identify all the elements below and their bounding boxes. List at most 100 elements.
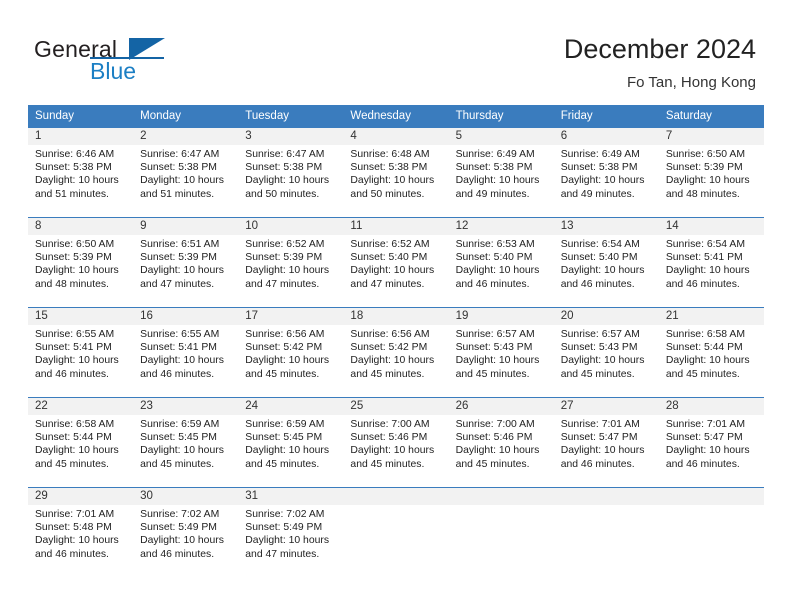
daylight-text: Daylight: 10 hours and 45 minutes.: [245, 355, 330, 380]
day-number: 27: [553, 398, 659, 415]
calendar-week-row: 22 Sunrise: 6:58 AM Sunset: 5:44 PM Dayl…: [28, 397, 764, 488]
calendar-day-cell[interactable]: 31 Sunrise: 7:02 AM Sunset: 5:49 PM Dayl…: [238, 487, 344, 577]
sunrise-text: Sunrise: 6:50 AM: [665, 149, 745, 160]
day-details: Sunrise: 6:59 AM Sunset: 5:45 PM Dayligh…: [133, 415, 238, 471]
calendar-day-cell-empty: [448, 487, 554, 577]
sunset-text: Sunset: 5:47 PM: [560, 432, 638, 444]
day-details: Sunrise: 6:52 AM Sunset: 5:39 PM Dayligh…: [238, 235, 343, 291]
page-header: General Blue December 2024 Fo Tan, Hong …: [0, 0, 792, 104]
calendar-week-row: 1 Sunrise: 6:46 AM Sunset: 5:38 PM Dayli…: [28, 127, 764, 218]
weekday-header-friday: Friday: [553, 105, 659, 128]
day-number: 25: [343, 398, 449, 415]
calendar-day-cell[interactable]: 17 Sunrise: 6:56 AM Sunset: 5:42 PM Dayl…: [238, 307, 344, 398]
day-number: [343, 488, 449, 505]
sunrise-text: Sunrise: 6:46 AM: [35, 149, 115, 160]
daylight-text: Daylight: 10 hours and 49 minutes.: [455, 175, 540, 200]
calendar-day-cell[interactable]: 23 Sunrise: 6:59 AM Sunset: 5:45 PM Dayl…: [133, 397, 239, 488]
calendar-day-cell[interactable]: 21 Sunrise: 6:58 AM Sunset: 5:44 PM Dayl…: [658, 307, 764, 398]
calendar-day-cell[interactable]: 15 Sunrise: 6:55 AM Sunset: 5:41 PM Dayl…: [28, 307, 134, 398]
daylight-text: Daylight: 10 hours and 45 minutes.: [350, 355, 435, 380]
calendar-day-cell[interactable]: 29 Sunrise: 7:01 AM Sunset: 5:48 PM Dayl…: [28, 487, 134, 577]
calendar-day-cell[interactable]: 30 Sunrise: 7:02 AM Sunset: 5:49 PM Dayl…: [133, 487, 239, 577]
page-title: December 2024: [563, 34, 756, 64]
calendar-day-cell[interactable]: 5 Sunrise: 6:49 AM Sunset: 5:38 PM Dayli…: [448, 127, 554, 218]
calendar-day-cell[interactable]: 9 Sunrise: 6:51 AM Sunset: 5:39 PM Dayli…: [133, 217, 239, 308]
day-details: Sunrise: 6:54 AM Sunset: 5:40 PM Dayligh…: [554, 235, 659, 291]
sunrise-text: Sunrise: 6:47 AM: [245, 149, 325, 160]
day-number: 21: [658, 308, 764, 325]
calendar-day-cell[interactable]: 13 Sunrise: 6:54 AM Sunset: 5:40 PM Dayl…: [553, 217, 659, 308]
day-number: [658, 488, 764, 505]
sunset-text: Sunset: 5:38 PM: [245, 162, 323, 174]
calendar-day-cell[interactable]: 6 Sunrise: 6:49 AM Sunset: 5:38 PM Dayli…: [553, 127, 659, 218]
daylight-text: Daylight: 10 hours and 50 minutes.: [245, 175, 330, 200]
sunrise-text: Sunrise: 6:53 AM: [455, 239, 535, 250]
calendar-day-cell[interactable]: 27 Sunrise: 7:01 AM Sunset: 5:47 PM Dayl…: [553, 397, 659, 488]
day-number: 2: [133, 128, 239, 145]
sunrise-text: Sunrise: 7:01 AM: [665, 419, 745, 430]
day-details: Sunrise: 6:55 AM Sunset: 5:41 PM Dayligh…: [28, 325, 133, 381]
daylight-text: Daylight: 10 hours and 48 minutes.: [665, 175, 750, 200]
calendar-day-cell[interactable]: 12 Sunrise: 6:53 AM Sunset: 5:40 PM Dayl…: [448, 217, 554, 308]
sunset-text: Sunset: 5:41 PM: [665, 252, 743, 264]
brand-name-blue: Blue: [90, 58, 137, 84]
calendar-day-cell[interactable]: 10 Sunrise: 6:52 AM Sunset: 5:39 PM Dayl…: [238, 217, 344, 308]
calendar-day-cell-empty: [658, 487, 764, 577]
sunrise-text: Sunrise: 6:50 AM: [35, 239, 115, 250]
day-details: Sunrise: 6:57 AM Sunset: 5:43 PM Dayligh…: [554, 325, 659, 381]
calendar-day-cell[interactable]: 1 Sunrise: 6:46 AM Sunset: 5:38 PM Dayli…: [28, 127, 134, 218]
calendar-day-cell[interactable]: 18 Sunrise: 6:56 AM Sunset: 5:42 PM Dayl…: [343, 307, 449, 398]
daylight-text: Daylight: 10 hours and 46 minutes.: [560, 445, 645, 470]
daylight-text: Daylight: 10 hours and 51 minutes.: [35, 175, 119, 200]
calendar-day-cell[interactable]: 19 Sunrise: 6:57 AM Sunset: 5:43 PM Dayl…: [448, 307, 554, 398]
page-subtitle: Fo Tan, Hong Kong: [627, 74, 756, 91]
daylight-text: Daylight: 10 hours and 48 minutes.: [35, 265, 119, 290]
calendar-day-cell[interactable]: 14 Sunrise: 6:54 AM Sunset: 5:41 PM Dayl…: [658, 217, 764, 308]
sunset-text: Sunset: 5:49 PM: [140, 522, 217, 534]
sunrise-text: Sunrise: 6:47 AM: [140, 149, 220, 160]
calendar-day-cell[interactable]: 25 Sunrise: 7:00 AM Sunset: 5:46 PM Dayl…: [343, 397, 449, 488]
sunrise-text: Sunrise: 7:02 AM: [140, 509, 220, 520]
day-details: Sunrise: 6:56 AM Sunset: 5:42 PM Dayligh…: [343, 325, 448, 381]
sunset-text: Sunset: 5:39 PM: [245, 252, 323, 264]
calendar-day-cell[interactable]: 20 Sunrise: 6:57 AM Sunset: 5:43 PM Dayl…: [553, 307, 659, 398]
brand-logo[interactable]: General Blue: [34, 36, 244, 88]
daylight-text: Daylight: 10 hours and 51 minutes.: [140, 175, 224, 200]
day-details: Sunrise: 7:00 AM Sunset: 5:46 PM Dayligh…: [449, 415, 554, 471]
daylight-text: Daylight: 10 hours and 45 minutes.: [455, 355, 540, 380]
sunset-text: Sunset: 5:47 PM: [665, 432, 743, 444]
day-number: 11: [343, 218, 449, 235]
calendar-day-cell[interactable]: 16 Sunrise: 6:55 AM Sunset: 5:41 PM Dayl…: [133, 307, 239, 398]
sunset-text: Sunset: 5:42 PM: [350, 342, 428, 354]
daylight-text: Daylight: 10 hours and 45 minutes.: [560, 355, 645, 380]
day-details: Sunrise: 6:51 AM Sunset: 5:39 PM Dayligh…: [133, 235, 238, 291]
calendar-day-cell[interactable]: 11 Sunrise: 6:52 AM Sunset: 5:40 PM Dayl…: [343, 217, 449, 308]
day-number: 19: [448, 308, 554, 325]
daylight-text: Daylight: 10 hours and 49 minutes.: [560, 175, 645, 200]
day-details: Sunrise: 6:49 AM Sunset: 5:38 PM Dayligh…: [449, 145, 554, 201]
calendar-day-cell-empty: [343, 487, 449, 577]
sunset-text: Sunset: 5:39 PM: [140, 252, 217, 264]
calendar-day-cell[interactable]: 8 Sunrise: 6:50 AM Sunset: 5:39 PM Dayli…: [28, 217, 134, 308]
day-details: Sunrise: 6:47 AM Sunset: 5:38 PM Dayligh…: [133, 145, 238, 201]
sunrise-text: Sunrise: 6:55 AM: [140, 329, 220, 340]
weekday-header-sunday: Sunday: [28, 105, 134, 128]
calendar-day-cell[interactable]: 7 Sunrise: 6:50 AM Sunset: 5:39 PM Dayli…: [658, 127, 764, 218]
calendar-day-cell[interactable]: 28 Sunrise: 7:01 AM Sunset: 5:47 PM Dayl…: [658, 397, 764, 488]
day-details: Sunrise: 6:48 AM Sunset: 5:38 PM Dayligh…: [343, 145, 448, 201]
sunrise-text: Sunrise: 6:55 AM: [35, 329, 115, 340]
calendar-day-cell[interactable]: 2 Sunrise: 6:47 AM Sunset: 5:38 PM Dayli…: [133, 127, 239, 218]
calendar-day-cell[interactable]: 24 Sunrise: 6:59 AM Sunset: 5:45 PM Dayl…: [238, 397, 344, 488]
daylight-text: Daylight: 10 hours and 46 minutes.: [665, 445, 750, 470]
sunrise-text: Sunrise: 7:01 AM: [560, 419, 640, 430]
sunset-text: Sunset: 5:48 PM: [35, 522, 112, 534]
day-details: Sunrise: 6:52 AM Sunset: 5:40 PM Dayligh…: [343, 235, 448, 291]
calendar-day-cell[interactable]: 26 Sunrise: 7:00 AM Sunset: 5:46 PM Dayl…: [448, 397, 554, 488]
daylight-text: Daylight: 10 hours and 45 minutes.: [140, 445, 224, 470]
calendar-day-cell[interactable]: 4 Sunrise: 6:48 AM Sunset: 5:38 PM Dayli…: [343, 127, 449, 218]
calendar-day-cell[interactable]: 3 Sunrise: 6:47 AM Sunset: 5:38 PM Dayli…: [238, 127, 344, 218]
calendar-day-cell[interactable]: 22 Sunrise: 6:58 AM Sunset: 5:44 PM Dayl…: [28, 397, 134, 488]
calendar-week-row: 15 Sunrise: 6:55 AM Sunset: 5:41 PM Dayl…: [28, 307, 764, 398]
day-details: Sunrise: 6:50 AM Sunset: 5:39 PM Dayligh…: [659, 145, 764, 201]
day-details: Sunrise: 6:46 AM Sunset: 5:38 PM Dayligh…: [28, 145, 133, 201]
